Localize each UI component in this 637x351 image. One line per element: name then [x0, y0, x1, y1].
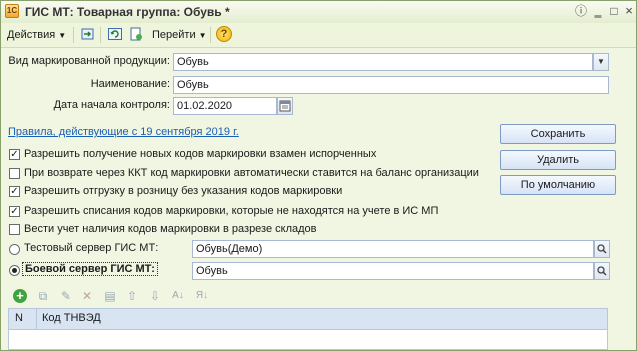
separator [73, 27, 74, 43]
window-title: ГИС МТ: Товарная группа: Обувь * [25, 5, 230, 19]
end-edit-icon[interactable]: ▤ [103, 289, 117, 303]
option-label: Разрешить списания кодов маркировки, кот… [24, 205, 439, 217]
search-icon[interactable] [594, 240, 610, 258]
goto-menu[interactable]: Перейти ▼ [152, 27, 207, 43]
edit-icon[interactable]: ✎ [59, 289, 73, 303]
sort-ascending-icon[interactable]: A↓ [171, 289, 185, 303]
table-header: N Код ТНВЭД [9, 309, 607, 330]
chevron-down-icon: ▼ [58, 31, 67, 40]
option-label: При возврате через ККТ код маркировки ав… [24, 167, 479, 179]
move-up-icon[interactable]: ⇧ [125, 289, 139, 303]
name-field[interactable]: Обувь [173, 76, 609, 94]
delete-button[interactable]: Удалить [500, 150, 616, 170]
actions-label: Действия [7, 29, 56, 41]
control-date-label: Дата начала контроля: [53, 99, 170, 111]
rules-link[interactable]: Правила, действующие с 19 сентября 2019 … [8, 126, 239, 138]
title-bar: 1С ГИС МТ: Товарная группа: Обувь * ⓘ ‗ … [1, 1, 636, 24]
option-label: Разрешить отгрузку в розницу без указани… [24, 185, 343, 197]
copy-row-icon[interactable]: ⧉ [36, 289, 50, 303]
option-label: Вести учет наличия кодов маркировки в ра… [24, 223, 317, 235]
close-icon[interactable]: × [622, 4, 636, 18]
add-row-icon[interactable]: + [13, 289, 27, 303]
test-server-label: Тестовый сервер ГИС МТ: [24, 242, 159, 254]
info-icon[interactable]: ⓘ [574, 5, 588, 18]
test-server-radio[interactable] [9, 244, 20, 255]
move-down-icon[interactable]: ⇩ [148, 289, 162, 303]
table-toolbar: + ⧉ ✎ ✕ ▤ ⇧ ⇩ A↓ Я↓ [8, 287, 608, 307]
checkbox-unchecked[interactable] [9, 168, 20, 179]
product-type-field[interactable]: Обувь [173, 53, 593, 71]
delete-icon[interactable]: ✕ [80, 289, 94, 303]
separator [100, 27, 101, 43]
tnved-table[interactable]: N Код ТНВЭД [8, 308, 608, 350]
minimize-icon[interactable]: ‗ [591, 5, 605, 18]
separator [210, 27, 211, 43]
window: 1С ГИС МТ: Товарная группа: Обувь * ⓘ ‗ … [0, 0, 637, 351]
help-icon[interactable]: ? [216, 26, 232, 42]
product-type-label: Вид маркированной продукции: [8, 55, 170, 67]
checkbox-unchecked[interactable] [9, 224, 20, 235]
prod-server-label: Боевой сервер ГИС МТ: [22, 262, 158, 276]
chevron-down-icon[interactable]: ▼ [593, 53, 609, 71]
checkbox-checked[interactable]: ✓ [9, 186, 20, 197]
save-button[interactable]: Сохранить [500, 124, 616, 144]
search-icon[interactable] [594, 262, 610, 280]
toolbar: Действия ▼ Перейти ▼ ? [1, 23, 636, 48]
prod-server-radio[interactable] [9, 265, 20, 276]
column-divider [36, 309, 37, 329]
default-button[interactable]: По умолчанию [500, 175, 616, 195]
checkbox-checked[interactable]: ✓ [9, 206, 20, 217]
sort-descending-icon[interactable]: Я↓ [195, 289, 209, 303]
chevron-down-icon: ▼ [198, 31, 207, 40]
document-copy-icon[interactable] [128, 26, 144, 42]
actions-menu[interactable]: Действия ▼ [7, 27, 66, 43]
post-and-close-icon[interactable] [80, 26, 96, 42]
prod-server-field[interactable]: Обувь [192, 262, 594, 280]
app-icon: 1С [5, 4, 19, 18]
maximize-icon[interactable]: □ [607, 5, 621, 18]
column-header-n[interactable]: N [15, 312, 23, 324]
control-date-field[interactable]: 01.02.2020 [173, 97, 277, 115]
column-header-tnved[interactable]: Код ТНВЭД [42, 312, 101, 324]
option-label: Разрешить получение новых кодов маркиров… [24, 148, 377, 160]
checkbox-checked[interactable]: ✓ [9, 149, 20, 160]
test-server-field[interactable]: Обувь(Демо) [192, 240, 594, 258]
goto-label: Перейти [152, 29, 196, 41]
refresh-icon[interactable] [107, 26, 123, 42]
name-label: Наименование: [90, 78, 170, 90]
calendar-icon[interactable] [277, 97, 293, 115]
